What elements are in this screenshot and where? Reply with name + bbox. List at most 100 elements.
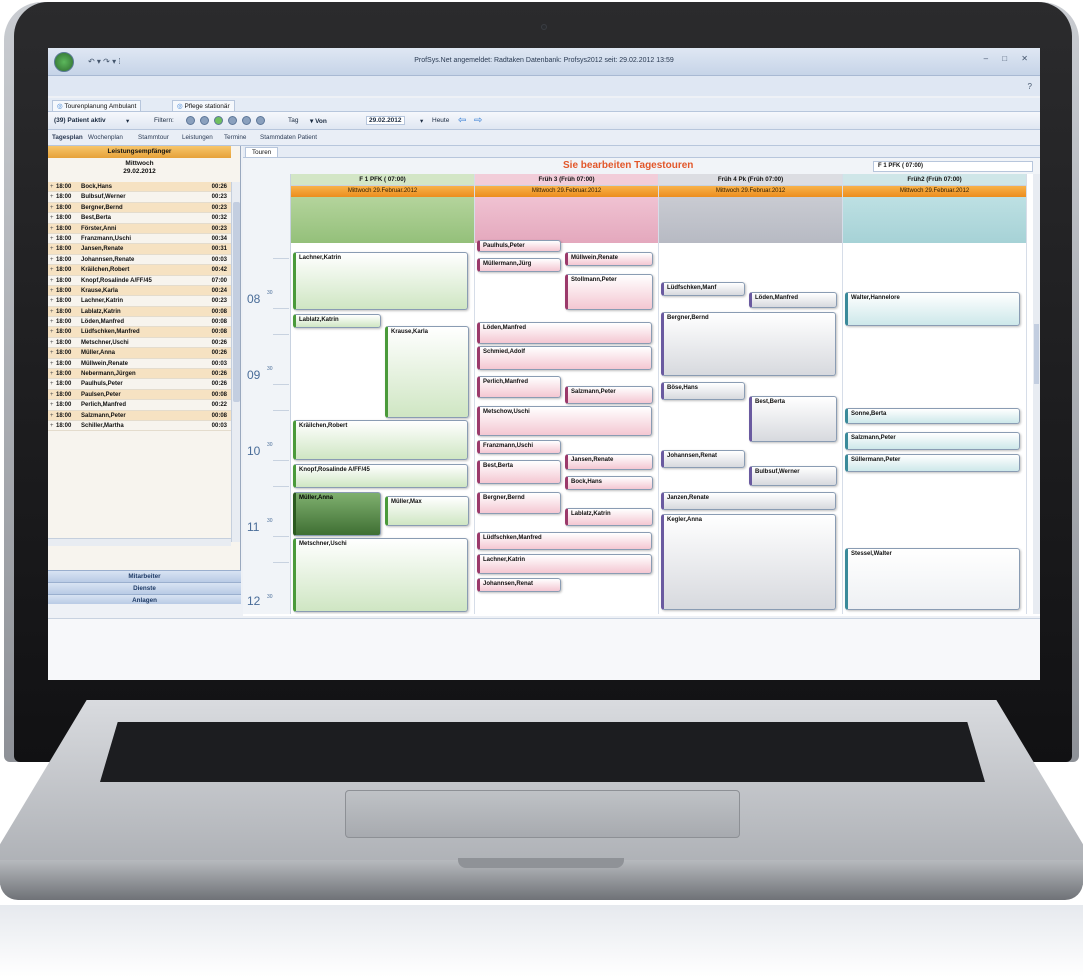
expand-icon[interactable]: + (50, 246, 54, 252)
filter-icon[interactable] (228, 116, 237, 125)
expand-icon[interactable]: + (50, 298, 54, 304)
appointment[interactable]: Franzmann,Uschi (477, 440, 561, 454)
appointment[interactable]: Lüdfschken,Manfred (477, 532, 652, 550)
recipient-row[interactable]: +18:00 Lablatz,Katrin 00:08 (48, 306, 231, 318)
filter-icon[interactable] (214, 116, 223, 125)
recipient-row[interactable]: +18:00 Franzmann,Uschi 00:34 (48, 234, 231, 245)
date-field[interactable]: 29.02.2012 (366, 116, 405, 125)
expand-icon[interactable]: + (50, 215, 54, 221)
appointment[interactable]: Knopf,Rosalinde A/FF/45 (293, 464, 468, 488)
appointment[interactable]: Kegler,Anna (661, 514, 836, 610)
appointment[interactable]: Stollmann,Peter (565, 274, 653, 310)
recipient-row[interactable]: +18:00 Bock,Hans 00:26 (48, 182, 231, 193)
tab-leistungen[interactable]: Leistungen (182, 134, 213, 141)
appointment[interactable]: Johannsen,Renat (477, 578, 561, 592)
vertical-scrollbar[interactable] (231, 182, 240, 542)
appointment[interactable]: Bulbsuf,Werner (749, 466, 837, 486)
appointment[interactable]: Süllermann,Peter (845, 454, 1020, 472)
expand-icon[interactable]: + (50, 361, 54, 367)
help-icon[interactable]: ? (1028, 82, 1032, 91)
dienste-button[interactable]: Dienste (48, 582, 241, 594)
appointment-selected[interactable]: Müller,Anna (293, 492, 381, 536)
expand-icon[interactable]: + (50, 381, 54, 387)
filter-icon[interactable] (242, 116, 251, 125)
recipient-row[interactable]: +18:00 Lachner,Katrin 00:23 (48, 296, 231, 307)
appointment[interactable]: Bergner,Bernd (477, 492, 561, 514)
mitarbeiter-button[interactable]: Mitarbeiter (48, 570, 241, 582)
expand-icon[interactable]: + (50, 226, 54, 232)
recipient-row[interactable]: +18:00 Müller,Anna 00:26 (48, 348, 231, 359)
vertical-scrollbar[interactable] (1033, 174, 1040, 614)
tab-touren[interactable]: Touren (245, 147, 279, 157)
appointment[interactable]: Salzmann,Peter (845, 432, 1020, 450)
expand-icon[interactable]: + (50, 340, 54, 346)
scrollbar-thumb[interactable] (1034, 324, 1039, 384)
recipient-row[interactable]: +18:00 Kräilchen,Robert 00:42 (48, 265, 231, 276)
anlagen-button[interactable]: Anlagen (48, 594, 241, 604)
recipient-row[interactable]: +18:00 Bulbsuf,Werner 00:23 (48, 192, 231, 203)
expand-icon[interactable]: + (50, 413, 54, 419)
filter-icon[interactable] (186, 116, 195, 125)
appointment[interactable]: Metschner,Uschi (293, 538, 468, 612)
appointment[interactable]: Perlich,Manfred (477, 376, 561, 398)
von-label[interactable]: ▾ Von (310, 117, 327, 125)
recipient-row[interactable]: +18:00 Lüdfschken,Manfred 00:08 (48, 327, 231, 338)
recipient-row[interactable]: +18:00 Krause,Karla 00:24 (48, 285, 231, 297)
appointment[interactable]: Müllwein,Renate (565, 252, 653, 266)
expand-icon[interactable]: + (50, 205, 54, 211)
expand-icon[interactable]: + (50, 371, 54, 377)
recipient-row[interactable]: +18:00 Nebermann,Jürgen 00:26 (48, 369, 231, 380)
recipient-row[interactable]: +18:00 Knopf,Rosalinde A/FF/45 07:00 (48, 276, 231, 286)
appointment[interactable]: Johannsen,Renat (661, 450, 745, 468)
appointment[interactable]: Sonne,Berta (845, 408, 1020, 424)
expand-icon[interactable]: + (50, 184, 54, 190)
appointment[interactable]: Paulhuls,Peter (477, 240, 561, 252)
appointment[interactable]: Löden,Manfred (477, 322, 652, 344)
tab-tagesplan[interactable]: Tagesplan (52, 134, 83, 141)
arrow-left-icon[interactable]: ⇦ (458, 115, 466, 126)
appointment[interactable]: Janzen,Renate (661, 492, 836, 510)
tab-wochenplan[interactable]: Wochenplan (88, 134, 123, 141)
expand-icon[interactable]: + (50, 402, 54, 408)
appointment[interactable]: Lablatz,Katrin (565, 508, 653, 526)
tag-label[interactable]: Tag (288, 117, 298, 124)
expand-icon[interactable]: + (50, 309, 54, 315)
recipient-row[interactable]: +18:00 Perlich,Manfred 00:22 (48, 400, 231, 411)
appointment[interactable]: Salzmann,Peter (565, 386, 653, 404)
appointment[interactable]: Lachner,Katrin (477, 554, 652, 574)
expand-icon[interactable]: + (50, 194, 54, 200)
recipient-row[interactable]: +18:00 Jansen,Renate 00:31 (48, 244, 231, 255)
recipient-row[interactable]: +18:00 Löden,Manfred 00:08 (48, 317, 231, 328)
appointment[interactable]: Müller,Max (385, 496, 469, 526)
appointment[interactable]: Lablatz,Katrin (293, 314, 381, 328)
filter-icon[interactable] (200, 116, 209, 125)
appointment[interactable]: Walter,Hannelore (845, 292, 1020, 326)
appointment[interactable]: Kräilchen,Robert (293, 420, 468, 460)
recipient-row[interactable]: +18:00 Paulsen,Peter 00:08 (48, 389, 231, 401)
heute-button[interactable]: Heute (432, 117, 449, 124)
tab-stammtour[interactable]: Stammtour (138, 134, 169, 141)
appointment[interactable]: Jansen,Renate (565, 454, 653, 470)
scrollbar-thumb[interactable] (233, 202, 240, 402)
tour-select[interactable]: F 1 PFK ( 07:00) (873, 161, 1033, 172)
appointment[interactable]: Lachner,Katrin (293, 252, 468, 310)
filter-icon[interactable] (256, 116, 265, 125)
recipient-row[interactable]: +18:00 Paulhuls,Peter 00:26 (48, 379, 231, 390)
recipient-row[interactable]: +18:00 Metschner,Uschi 00:26 (48, 338, 231, 349)
window-controls[interactable]: – □ ✕ (984, 54, 1034, 63)
appointment[interactable]: Löden,Manfred (749, 292, 837, 308)
appointment[interactable]: Best,Berta (477, 460, 561, 484)
expand-icon[interactable]: + (50, 319, 54, 325)
recipient-row[interactable]: +18:00 Best,Berta 00:32 (48, 213, 231, 224)
recipient-row[interactable]: +18:00 Salzmann,Peter 00:08 (48, 410, 231, 421)
appointment[interactable]: Müllermann,Jürg (477, 258, 561, 272)
expand-icon[interactable]: + (50, 423, 54, 429)
appointment[interactable]: Schmied,Adolf (477, 346, 652, 370)
appointment[interactable]: Metschow,Uschi (477, 406, 652, 436)
expand-icon[interactable]: + (50, 278, 54, 284)
expand-icon[interactable]: + (50, 350, 54, 356)
recipient-row[interactable]: +18:00 Bergner,Bernd 00:23 (48, 202, 231, 214)
appointment[interactable]: Bock,Hans (565, 476, 653, 490)
expand-icon[interactable]: + (50, 329, 54, 335)
tab-tourenplanung[interactable]: ◎ Tourenplanung Ambulant (52, 100, 142, 111)
